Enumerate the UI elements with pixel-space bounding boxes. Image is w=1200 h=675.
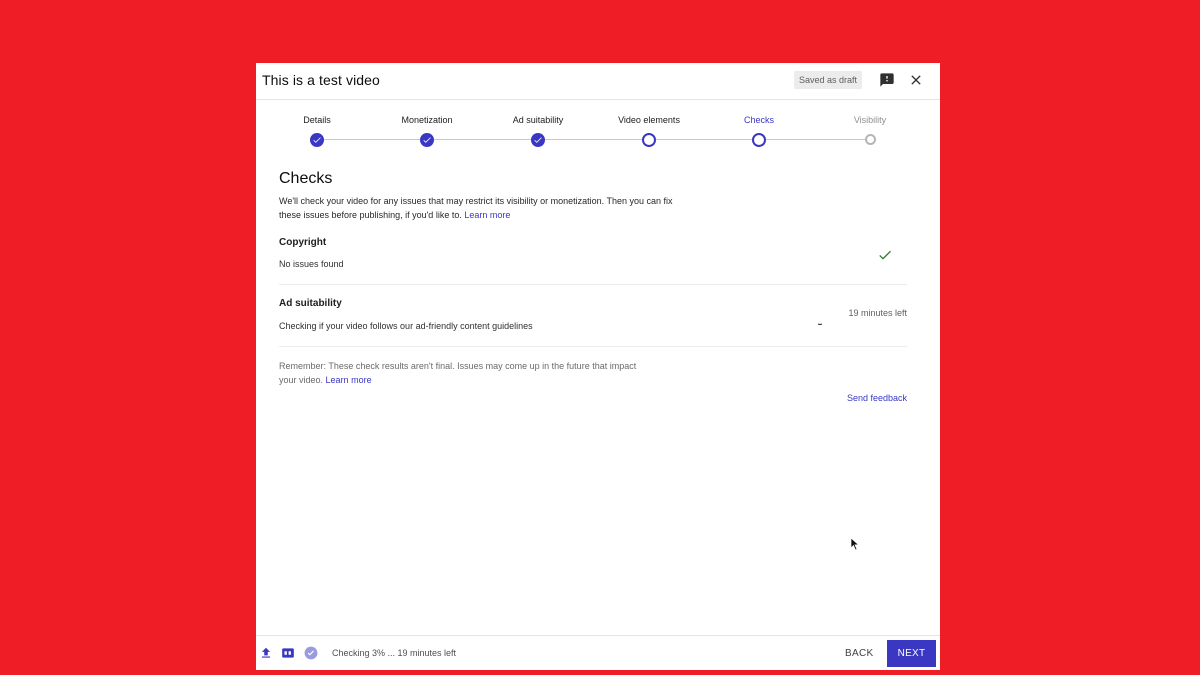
step-details[interactable]: Details (267, 113, 367, 147)
time-left: 19 minutes left (848, 308, 907, 318)
page-title: Checks (279, 170, 333, 187)
step-label: Video elements (618, 115, 680, 125)
step-ad-suitability[interactable]: Ad suitability (488, 113, 588, 147)
next-button[interactable]: NEXT (887, 640, 936, 667)
mouse-pointer-icon (850, 537, 860, 551)
copyright-check: Copyright No issues found (279, 237, 907, 285)
check-icon (877, 247, 893, 263)
learn-more-link[interactable]: Learn more (326, 375, 372, 385)
check-status: Checking if your video follows our ad-fr… (279, 321, 533, 331)
feedback-icon[interactable] (879, 72, 895, 88)
check-title: Copyright (279, 237, 327, 248)
upload-icon[interactable] (259, 646, 273, 660)
step-complete-icon (310, 133, 324, 147)
stepper-track (317, 139, 870, 140)
step-pending-icon (864, 134, 876, 145)
checks-intro: We'll check your video for any issues th… (279, 194, 679, 222)
check-status: No issues found (279, 259, 344, 269)
dialog-footer: Checking 3% ... 19 minutes left BACK NEX… (256, 635, 940, 670)
close-icon[interactable] (908, 72, 924, 88)
check-title: Ad suitability (279, 298, 342, 309)
step-visibility[interactable]: Visibility (820, 113, 920, 145)
step-label: Visibility (853, 115, 887, 125)
upload-dialog: This is a test video Saved as draft Deta… (256, 63, 940, 670)
step-label: Checks (743, 115, 774, 125)
loading-spinner-icon (817, 313, 825, 326)
learn-more-link[interactable]: Learn more (464, 210, 510, 220)
remember-note: Remember: These check results aren't fin… (279, 359, 649, 387)
send-feedback-link[interactable]: Send feedback (847, 393, 907, 403)
step-checks[interactable]: Checks (709, 113, 809, 147)
check-circle-icon[interactable] (304, 646, 318, 660)
hd-icon[interactable] (281, 646, 295, 660)
ad-suitability-check: Ad suitability Checking if your video fo… (279, 298, 907, 347)
step-complete-icon (420, 133, 434, 147)
saved-draft-badge: Saved as draft (794, 71, 863, 89)
back-button[interactable]: BACK (842, 643, 876, 665)
step-monetization[interactable]: Monetization (377, 113, 477, 147)
video-title: This is a test video (262, 72, 380, 88)
dialog-header: This is a test video Saved as draft (256, 63, 940, 100)
upload-status: Checking 3% ... 19 minutes left (332, 648, 457, 658)
page-background: This is a test video Saved as draft Deta… (0, 0, 1200, 675)
step-complete-icon (531, 133, 545, 147)
step-current-icon (752, 133, 766, 147)
step-label: Ad suitability (512, 115, 564, 125)
progress-stepper: Details Monetization Ad suitability Vide… (256, 113, 940, 153)
step-label: Monetization (401, 115, 453, 125)
step-video-elements[interactable]: Video elements (599, 113, 699, 147)
step-open-icon (642, 133, 656, 147)
step-label: Details (303, 115, 331, 125)
